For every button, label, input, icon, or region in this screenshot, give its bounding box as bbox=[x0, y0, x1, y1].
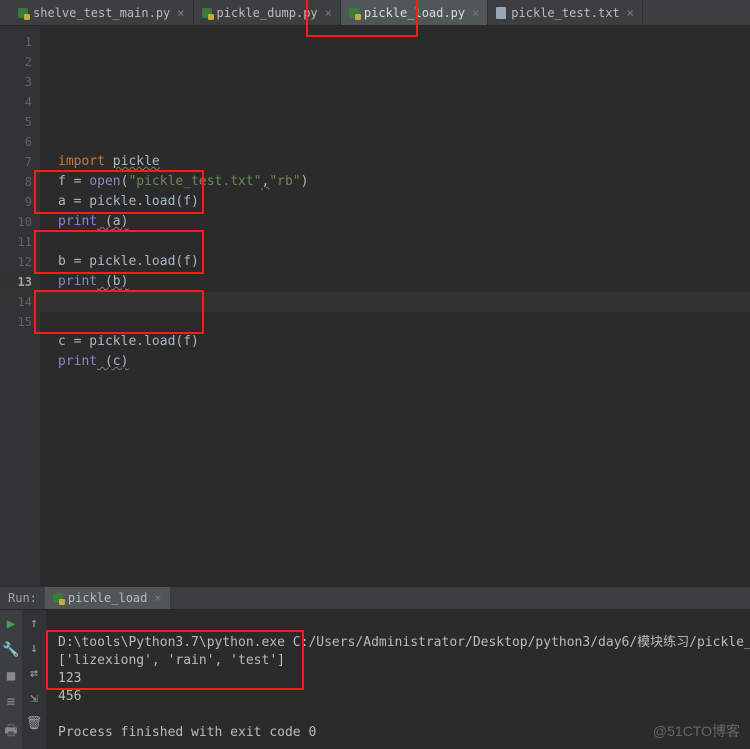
code-line-current bbox=[40, 292, 750, 312]
run-label: Run: bbox=[0, 591, 45, 605]
tab-label: pickle_test.txt bbox=[511, 6, 619, 20]
down-icon[interactable]: ↓ bbox=[30, 641, 38, 656]
print-icon[interactable]: 🖶 bbox=[4, 720, 17, 744]
python-icon bbox=[53, 593, 63, 603]
line-number: 7 bbox=[0, 152, 32, 172]
wrap-icon[interactable]: ⇄ bbox=[30, 666, 38, 681]
line-number: 8 bbox=[0, 172, 32, 192]
stop-icon[interactable]: ■ bbox=[7, 668, 15, 684]
console-line: Process finished with exit code 0 bbox=[58, 725, 316, 740]
line-number: 6 bbox=[0, 132, 32, 152]
editor: 1 2 3 4 5 6 7 8 9 10 11 12 13 14 15 impo… bbox=[0, 26, 750, 586]
tab-shelve[interactable]: shelve_test_main.py × bbox=[10, 0, 194, 25]
code-line: import pickle bbox=[58, 154, 160, 169]
trash-icon[interactable]: 🗑 bbox=[26, 716, 43, 731]
tab-pickle-test[interactable]: pickle_test.txt × bbox=[488, 0, 643, 25]
code-line: print (c) bbox=[58, 354, 128, 369]
console-line: D:\tools\Python3.7\python.exe C:/Users/A… bbox=[58, 635, 750, 650]
tab-label: pickle_load.py bbox=[364, 6, 465, 20]
code-line bbox=[58, 114, 66, 129]
run-body: ▶ 🔧 ■ ≡ 🖶 ↑ ↓ ⇄ ⇲ 🗑 D:\tools\Python3.7\p… bbox=[0, 610, 750, 749]
run-tabs: Run: pickle_load × bbox=[0, 587, 750, 610]
line-number: 14 bbox=[0, 292, 32, 312]
run-icon[interactable]: ▶ bbox=[7, 616, 15, 632]
line-number: 3 bbox=[0, 72, 32, 92]
code-line: f = open("pickle_test.txt","rb") bbox=[58, 174, 308, 189]
code-area[interactable]: import pickle f = open("pickle_test.txt"… bbox=[40, 26, 750, 586]
up-icon[interactable]: ↑ bbox=[30, 616, 38, 631]
line-gutter: 1 2 3 4 5 6 7 8 9 10 11 12 13 14 15 bbox=[0, 26, 40, 586]
python-icon bbox=[202, 8, 212, 18]
code-line bbox=[58, 134, 66, 149]
line-number: 13 bbox=[0, 272, 40, 292]
text-file-icon bbox=[496, 7, 506, 19]
close-icon[interactable]: × bbox=[177, 6, 184, 20]
code-line bbox=[58, 234, 66, 249]
run-panel: Run: pickle_load × ▶ 🔧 ■ ≡ 🖶 ↑ ↓ ⇄ ⇲ 🗑 D… bbox=[0, 587, 750, 749]
code-line bbox=[58, 74, 66, 89]
code-line bbox=[58, 54, 66, 69]
run-tab-label: pickle_load bbox=[68, 591, 147, 605]
line-number: 1 bbox=[0, 32, 32, 52]
line-number: 5 bbox=[0, 112, 32, 132]
python-icon bbox=[18, 8, 28, 18]
line-number: 11 bbox=[0, 232, 32, 252]
line-number: 12 bbox=[0, 252, 32, 272]
scroll-icon[interactable]: ⇲ bbox=[30, 691, 38, 706]
run-tab[interactable]: pickle_load × bbox=[45, 587, 170, 609]
line-number: 15 bbox=[0, 312, 32, 332]
run-toolbar-right: ↑ ↓ ⇄ ⇲ 🗑 bbox=[22, 610, 46, 749]
code-line: c = pickle.load(f) bbox=[58, 334, 199, 349]
code-line bbox=[58, 94, 66, 109]
run-toolbar-left: ▶ 🔧 ■ ≡ 🖶 bbox=[0, 610, 22, 749]
console-line: ['lizexiong', 'rain', 'test'] bbox=[58, 653, 285, 668]
console-output[interactable]: D:\tools\Python3.7\python.exe C:/Users/A… bbox=[46, 610, 750, 749]
close-icon[interactable]: × bbox=[472, 6, 479, 20]
close-icon[interactable]: × bbox=[627, 6, 634, 20]
watermark: @51CTO博客 bbox=[653, 721, 740, 741]
tab-pickle-load[interactable]: pickle_load.py × bbox=[341, 0, 488, 25]
line-number: 2 bbox=[0, 52, 32, 72]
line-number: 9 bbox=[0, 192, 32, 212]
close-icon[interactable]: × bbox=[325, 6, 332, 20]
layout-icon[interactable]: ≡ bbox=[7, 694, 15, 710]
line-number: 10 bbox=[0, 212, 32, 232]
tab-label: shelve_test_main.py bbox=[33, 6, 170, 20]
code-line: b = pickle.load(f) bbox=[58, 254, 199, 269]
editor-tabs: shelve_test_main.py × pickle_dump.py × p… bbox=[0, 0, 750, 26]
tab-label: pickle_dump.py bbox=[217, 6, 318, 20]
console-line: 123 bbox=[58, 671, 81, 686]
tab-pickle-dump[interactable]: pickle_dump.py × bbox=[194, 0, 341, 25]
code-line: print (b) bbox=[58, 274, 128, 289]
code-line: a = pickle.load(f) bbox=[58, 194, 199, 209]
python-icon bbox=[349, 8, 359, 18]
wrench-icon[interactable]: 🔧 bbox=[2, 642, 19, 658]
code-line: print (a) bbox=[58, 214, 128, 229]
line-number: 4 bbox=[0, 92, 32, 112]
close-icon[interactable]: × bbox=[154, 591, 161, 605]
console-line: 456 bbox=[58, 689, 81, 704]
